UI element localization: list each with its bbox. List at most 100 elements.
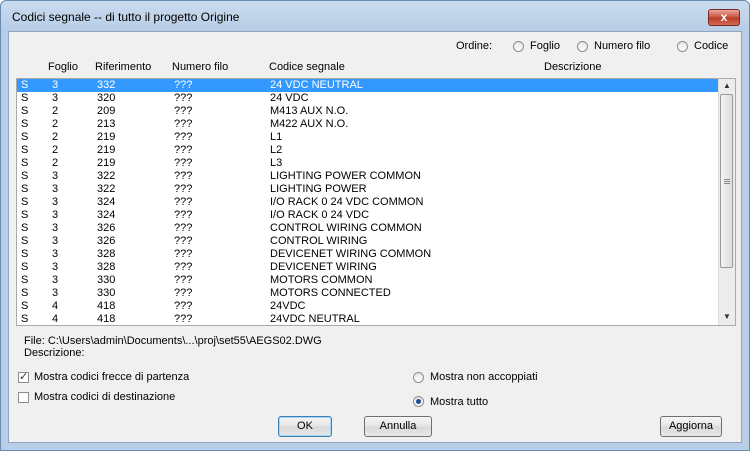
cell-signal-code: I/O RACK 0 24 VDC: [270, 209, 370, 221]
cell-reference: 322: [97, 170, 116, 182]
table-row[interactable]: S 3 328??? DEVICENET WIRING COMMON: [17, 248, 721, 261]
cell-type: S: [21, 196, 29, 208]
cell-wire-number: ???: [174, 105, 193, 117]
cell-sheet: 2: [52, 144, 59, 156]
cell-signal-code: MOTORS COMMON: [270, 274, 373, 286]
cell-wire-number: ???: [174, 274, 193, 286]
cell-reference: 330: [97, 274, 116, 286]
column-header-sheet[interactable]: Foglio: [48, 61, 78, 73]
sort-option-wire-label: Numero filo: [594, 40, 651, 52]
cell-sheet: 3: [52, 222, 59, 234]
cell-sheet: 3: [52, 261, 59, 273]
cell-reference: 322: [97, 183, 116, 195]
cell-signal-code: MOTORS CONNECTED: [270, 287, 391, 299]
show-destination-checkbox[interactable]: [18, 392, 29, 403]
sort-option-code-label: Codice: [694, 40, 729, 52]
scroll-down-icon[interactable]: ▼: [719, 310, 735, 324]
cancel-button[interactable]: Annulla: [364, 416, 432, 437]
ok-button[interactable]: OK: [278, 416, 332, 437]
cell-wire-number: ???: [174, 313, 193, 325]
table-row[interactable]: S 4 418??? 24VDC NEUTRAL: [17, 313, 721, 325]
cell-sheet: 3: [52, 196, 59, 208]
scroll-thumb[interactable]: [720, 94, 733, 268]
show-all-radio[interactable]: [413, 396, 424, 407]
vertical-scrollbar[interactable]: ▲ ▼: [718, 79, 735, 325]
close-button[interactable]: x: [708, 9, 740, 26]
cell-sheet: 3: [52, 287, 59, 299]
table-row[interactable]: S 3 330??? MOTORS COMMON: [17, 274, 721, 287]
table-row[interactable]: S 3 326??? CONTROL WIRING COMMON: [17, 222, 721, 235]
table-row[interactable]: S 2 219??? L2: [17, 144, 721, 157]
cell-type: S: [21, 157, 29, 169]
cell-wire-number: ???: [174, 261, 193, 273]
cell-type: S: [21, 170, 29, 182]
column-header-wire-number[interactable]: Numero filo: [172, 61, 228, 73]
table-row[interactable]: S 2 219??? L3: [17, 157, 721, 170]
cell-wire-number: ???: [174, 196, 193, 208]
table-row[interactable]: S 3 332??? 24 VDC NEUTRAL: [17, 79, 721, 92]
cell-reference: 213: [97, 118, 116, 130]
title-bar[interactable]: Codici segnale -- di tutto il progetto O…: [1, 1, 749, 31]
cell-type: S: [21, 222, 29, 234]
column-header-reference[interactable]: Riferimento: [95, 61, 151, 73]
table-row[interactable]: S 3 324??? I/O RACK 0 24 VDC: [17, 209, 721, 222]
cell-type: S: [21, 131, 29, 143]
table-row[interactable]: S 2 209??? M413 AUX N.O.: [17, 105, 721, 118]
cell-sheet: 3: [52, 170, 59, 182]
cell-sheet: 3: [52, 274, 59, 286]
table-row[interactable]: S 4 418??? 24VDC: [17, 300, 721, 313]
description-label: Descrizione:: [24, 347, 85, 359]
cell-reference: 328: [97, 248, 116, 260]
cell-signal-code: 24VDC NEUTRAL: [270, 313, 360, 325]
sort-radio-sheet[interactable]: [513, 41, 524, 52]
file-path: File: C:\Users\admin\Documents\...\proj\…: [24, 335, 322, 347]
table-row[interactable]: S 2 219??? L1: [17, 131, 721, 144]
grip-line: [724, 183, 730, 184]
cell-type: S: [21, 287, 29, 299]
cell-type: S: [21, 313, 29, 325]
cell-signal-code: DEVICENET WIRING COMMON: [270, 248, 432, 260]
cell-signal-code: L3: [270, 157, 283, 169]
scroll-up-icon[interactable]: ▲: [719, 79, 735, 93]
cell-reference: 330: [97, 287, 116, 299]
cell-sheet: 2: [52, 118, 59, 130]
cell-signal-code: L1: [270, 131, 283, 143]
cell-reference: 418: [97, 313, 116, 325]
cell-signal-code: 24VDC: [270, 300, 306, 312]
cell-sheet: 4: [52, 300, 59, 312]
cell-signal-code: CONTROL WIRING: [270, 235, 368, 247]
cell-reference: 320: [97, 92, 116, 104]
cell-reference: 418: [97, 300, 116, 312]
table-row[interactable]: S 3 322??? LIGHTING POWER COMMON: [17, 170, 721, 183]
signal-code-list[interactable]: S 3 332??? 24 VDC NEUTRAL S 3 320??? 24 VDC S 2 20…: [16, 78, 736, 326]
table-row[interactable]: S 3 320??? 24 VDC: [17, 92, 721, 105]
show-all-label: Mostra tutto: [430, 396, 489, 408]
cell-sheet: 3: [52, 209, 59, 221]
cell-wire-number: ???: [174, 248, 193, 260]
show-unpaired-radio[interactable]: [413, 372, 424, 383]
cell-reference: 219: [97, 144, 116, 156]
refresh-button[interactable]: Aggiorna: [660, 416, 722, 437]
sort-radio-code[interactable]: [677, 41, 688, 52]
table-row[interactable]: S 3 328??? DEVICENET WIRING: [17, 261, 721, 274]
cell-signal-code: M413 AUX N.O.: [270, 105, 349, 117]
cell-reference: 324: [97, 196, 116, 208]
cell-sheet: 3: [52, 79, 59, 91]
column-header-description[interactable]: Descrizione: [544, 61, 601, 73]
cell-wire-number: ???: [174, 157, 193, 169]
cell-reference: 328: [97, 261, 116, 273]
cell-wire-number: ???: [174, 235, 193, 247]
sort-radio-wire[interactable]: [577, 41, 588, 52]
cell-reference: 219: [97, 157, 116, 169]
table-row[interactable]: S 3 326??? CONTROL WIRING: [17, 235, 721, 248]
cell-type: S: [21, 183, 29, 195]
table-row[interactable]: S 2 213??? M422 AUX N.O.: [17, 118, 721, 131]
column-header-signal-code[interactable]: Codice segnale: [269, 61, 345, 73]
table-row[interactable]: S 3 322??? LIGHTING POWER: [17, 183, 721, 196]
table-row[interactable]: S 3 324??? I/O RACK 0 24 VDC COMMON: [17, 196, 721, 209]
show-source-checkbox[interactable]: ✓: [18, 372, 29, 383]
cell-signal-code: I/O RACK 0 24 VDC COMMON: [270, 196, 424, 208]
dialog-body: Ordine: Foglio Numero filo Codice Foglio…: [8, 31, 742, 443]
sort-label: Ordine:: [456, 40, 493, 52]
table-row[interactable]: S 3 330??? MOTORS CONNECTED: [17, 287, 721, 300]
